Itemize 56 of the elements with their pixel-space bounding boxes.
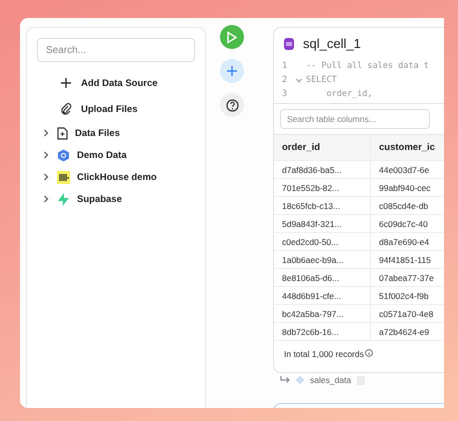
return-arrow-icon: [280, 376, 290, 384]
bars-icon: [57, 170, 70, 184]
column-header[interactable]: customer_ic: [371, 135, 444, 160]
table-cell: 1a0b6aec-b9a...: [274, 251, 371, 268]
bolt-icon: [57, 192, 70, 206]
tree-item[interactable]: Supabase: [37, 188, 195, 210]
add-button[interactable]: [220, 59, 244, 83]
table-cell: 448d6b91-cfe...: [274, 287, 371, 304]
line-number: 1: [282, 61, 288, 71]
tree-item[interactable]: Data Files: [37, 122, 195, 144]
table-cell: a72b4624-e9: [371, 323, 444, 340]
table-cell: 18c65fcb-c13...: [274, 197, 371, 214]
code-line: order_id,: [325, 89, 373, 99]
table-cell: 701e552b-82...: [274, 179, 371, 196]
line-number: 2: [282, 75, 288, 85]
table-cell: 99abf940-cec: [371, 179, 444, 196]
code-line: SELECT: [306, 75, 337, 85]
table-cell: bc42a5ba-797...: [274, 305, 371, 322]
help-icon: [226, 98, 238, 112]
table-cell: d7af8d36-ba5...: [274, 161, 371, 178]
diamond-icon: [296, 376, 304, 384]
table-cell: 51f002c4-f9b: [371, 287, 444, 304]
fold-icon[interactable]: [296, 78, 302, 82]
line-number: 3: [282, 89, 288, 99]
record-count: In total 1,000 records: [284, 349, 364, 359]
code-line: -- Pull all sales data t: [306, 61, 429, 71]
table-cell: d8a7e690-e4: [371, 233, 444, 250]
table-cell: 07abea77-37e: [371, 269, 444, 286]
output-name: sales_data: [310, 375, 352, 385]
info-icon: [364, 349, 373, 357]
file-icon: [57, 126, 68, 140]
table-cell: 5d9a843f-321...: [274, 215, 371, 232]
column-header[interactable]: order_id: [274, 135, 371, 160]
table-cell: 8db72c6b-16...: [274, 323, 371, 340]
table-cell: 44e003d7-6e: [371, 161, 444, 178]
sidebar-item[interactable]: Upload Files: [37, 96, 195, 122]
tree-item[interactable]: Demo Data: [37, 144, 195, 166]
run-button[interactable]: [220, 25, 244, 49]
cell-title: sql_cell_1: [303, 36, 361, 51]
table-cell: c085cd4e-db: [371, 197, 444, 214]
help-button[interactable]: [220, 93, 244, 117]
hexagon-icon: [57, 148, 70, 162]
database-icon: [284, 38, 294, 50]
table-cell: c0ed2cd0-50...: [274, 233, 371, 250]
tree-item[interactable]: ClickHouse demo: [37, 166, 195, 188]
plus-icon: [60, 77, 72, 89]
table-cell: 8e8106a5-d6...: [274, 269, 371, 286]
search-field[interactable]: Search table columns...: [280, 109, 430, 129]
search-field[interactable]: Search...: [37, 38, 195, 62]
plus-icon: [226, 65, 238, 77]
table-cell: 94f41851-115: [371, 251, 444, 268]
play-icon: [226, 30, 238, 44]
sidebar-item[interactable]: Add Data Source: [37, 70, 195, 96]
paperclip-icon: [60, 103, 72, 115]
table-cell: c0571a70-4e8: [371, 305, 444, 322]
table-cell: 6c09dc7c-40: [371, 215, 444, 232]
